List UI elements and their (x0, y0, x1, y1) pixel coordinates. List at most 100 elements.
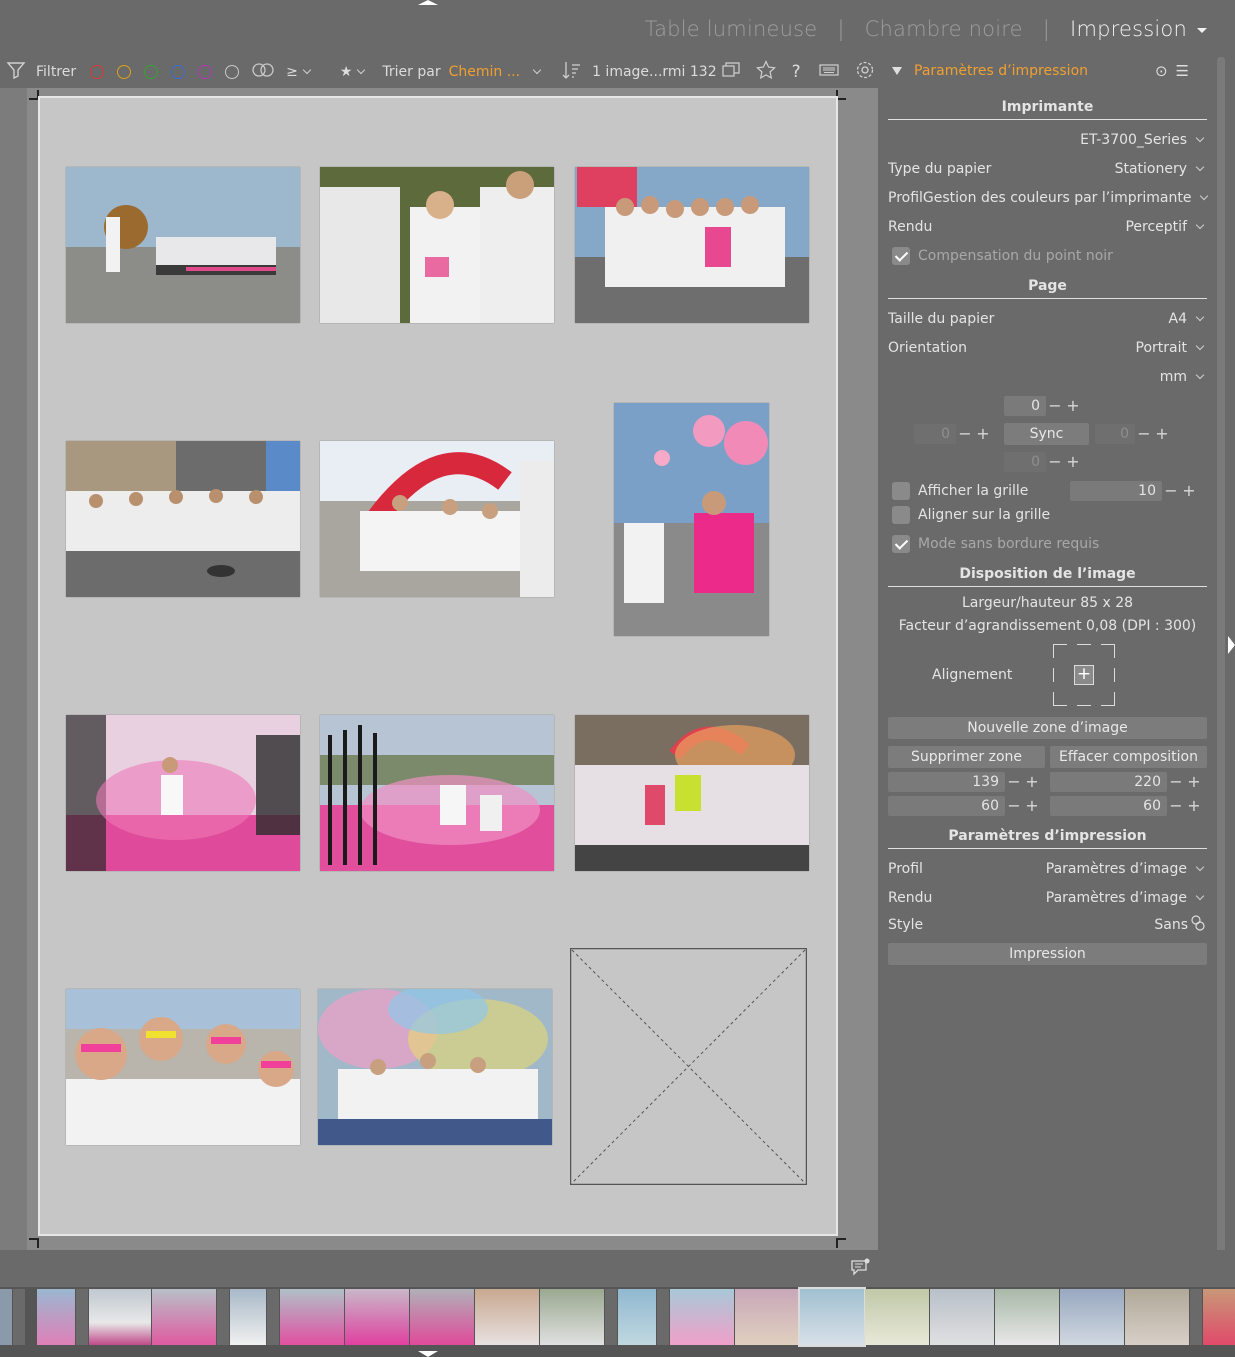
image-area-1[interactable] (66, 167, 300, 323)
paper-type-select[interactable]: Type du papier Stationery (888, 158, 1207, 180)
filmstrip-thumb[interactable] (152, 1289, 216, 1345)
plus-icon[interactable]: + (1023, 796, 1041, 816)
grid-size-stepper[interactable]: 10 − + (1070, 481, 1198, 501)
image-area-4[interactable] (66, 441, 300, 597)
filmstrip-thumb-selected[interactable] (798, 1287, 866, 1347)
align-top-right[interactable] (1101, 644, 1115, 658)
style-select[interactable]: Style Sans (888, 914, 1207, 936)
filmstrip-thumb[interactable] (930, 1289, 994, 1345)
minus-icon[interactable]: − (1162, 481, 1180, 501)
color-label-blue-icon[interactable] (171, 65, 186, 79)
filmstrip-thumb[interactable] (1203, 1289, 1235, 1345)
align-left[interactable] (1053, 668, 1067, 682)
empty-image-area[interactable] (570, 948, 807, 1185)
align-top-left[interactable] (1053, 644, 1067, 658)
margin-top-stepper[interactable]: 0 − + (1004, 396, 1082, 416)
align-bottom[interactable] (1077, 692, 1091, 706)
plus-icon[interactable]: + (1185, 772, 1203, 792)
show-grid-checkbox[interactable] (892, 482, 910, 500)
filmstrip-thumb[interactable] (76, 1289, 88, 1345)
filmstrip-thumb[interactable] (475, 1289, 539, 1345)
area-y-stepper[interactable]: 220 − + (1050, 772, 1203, 792)
align-bottom-right[interactable] (1101, 692, 1115, 706)
borderless-toggle[interactable]: Mode sans bordure requis (888, 533, 1207, 555)
plus-icon[interactable]: + (1153, 424, 1171, 444)
view-print[interactable]: Impression (1070, 17, 1207, 41)
filmstrip-thumb[interactable] (657, 1289, 669, 1345)
margin-bottom-stepper[interactable]: 0 − + (1004, 452, 1082, 472)
color-label-red-icon[interactable] (90, 65, 105, 79)
filmstrip-thumb[interactable] (345, 1289, 409, 1345)
filmstrip-thumb[interactable] (13, 1289, 25, 1345)
minus-icon[interactable]: − (1135, 424, 1153, 444)
plus-icon[interactable]: + (1180, 481, 1198, 501)
image-area-7[interactable] (66, 715, 300, 871)
area-height-stepper[interactable]: 60 − + (1050, 796, 1203, 816)
presets-menu-icon[interactable]: ☰ (1176, 62, 1197, 80)
area-width-stepper[interactable]: 60 − + (888, 796, 1041, 816)
minus-icon[interactable]: − (1005, 772, 1023, 792)
filmstrip-thumb[interactable] (540, 1289, 604, 1345)
color-label-yellow-icon[interactable] (117, 65, 132, 79)
right-panel-toggle-icon[interactable] (1228, 636, 1235, 654)
print-intent-select[interactable]: Rendu Paramètres d’image (888, 887, 1207, 909)
image-area-5[interactable] (320, 441, 554, 597)
chevron-down-icon[interactable] (357, 65, 366, 75)
filmstrip-thumb[interactable] (267, 1289, 279, 1345)
color-label-gray-icon[interactable] (225, 65, 240, 79)
filmstrip-thumb[interactable] (1060, 1289, 1124, 1345)
grouping-icon[interactable] (722, 62, 740, 82)
plus-icon[interactable]: + (1185, 796, 1203, 816)
unit-select[interactable]: mm (888, 366, 1207, 388)
area-height-value[interactable]: 60 (1050, 796, 1167, 816)
filmstrip-thumb[interactable] (618, 1289, 656, 1345)
delete-image-area-button[interactable]: Supprimer zone image (888, 746, 1045, 787)
gear-icon[interactable] (855, 60, 875, 84)
bpc-toggle[interactable]: Compensation du point noir (888, 245, 1207, 267)
area-width-value[interactable]: 60 (888, 796, 1005, 816)
star-icon[interactable] (755, 60, 776, 84)
filmstrip-thumb[interactable] (230, 1289, 266, 1345)
orientation-select[interactable]: Orientation Portrait (888, 337, 1207, 359)
margin-right-stepper[interactable]: 0 − + (1095, 424, 1171, 444)
filmstrip-thumb[interactable] (37, 1289, 75, 1345)
grid-size-value[interactable]: 10 (1070, 481, 1162, 501)
image-area-3[interactable] (575, 167, 809, 323)
new-image-area-button[interactable]: Nouvelle zone d’image (888, 717, 1207, 739)
print-button[interactable]: Impression (888, 943, 1207, 965)
filmstrip-thumb[interactable] (217, 1289, 229, 1345)
borderless-checkbox[interactable] (892, 535, 910, 553)
alignment-selector[interactable]: + (1053, 644, 1115, 706)
rating-filter[interactable]: ★ (340, 64, 353, 80)
reset-icon[interactable]: ⊙ (1155, 62, 1176, 80)
align-bottom-left[interactable] (1053, 692, 1067, 706)
top-panel-toggle-icon[interactable] (418, 0, 438, 5)
filmstrip-thumb[interactable] (605, 1289, 617, 1345)
margin-top-value[interactable]: 0 (1004, 396, 1046, 416)
chevron-down-icon[interactable] (302, 65, 312, 75)
print-profile-select[interactable]: Profil Paramètres d’image (888, 858, 1207, 880)
image-area-6[interactable] (614, 403, 769, 636)
sort-order-icon[interactable] (562, 60, 582, 84)
area-x-stepper[interactable]: 139 − + (888, 772, 1041, 792)
image-area-9[interactable] (575, 715, 809, 871)
margin-right-value[interactable]: 0 (1095, 424, 1135, 444)
filmstrip-thumb[interactable] (280, 1289, 344, 1345)
filmstrip-thumb[interactable] (0, 1289, 12, 1345)
filmstrip-thumb[interactable] (410, 1289, 474, 1345)
image-area-10[interactable] (66, 989, 300, 1145)
snap-grid-toggle[interactable]: Aligner sur la grille (888, 504, 1207, 526)
minus-icon[interactable]: − (956, 424, 974, 444)
printer-intent-select[interactable]: Rendu Perceptif (888, 216, 1207, 238)
filmstrip-thumb[interactable] (1125, 1289, 1189, 1345)
styles-icon[interactable] (1191, 915, 1207, 935)
filmstrip-thumb[interactable] (865, 1289, 929, 1345)
plus-icon[interactable]: + (1064, 452, 1082, 472)
filmstrip-thumb[interactable] (670, 1289, 734, 1345)
filter-label[interactable]: Filtrer (36, 64, 76, 80)
margin-left-stepper[interactable]: 0 − + (914, 424, 992, 444)
plus-icon[interactable]: + (1023, 772, 1041, 792)
image-area-2[interactable] (320, 167, 554, 323)
margin-bottom-value[interactable]: 0 (1004, 452, 1046, 472)
minus-icon[interactable]: − (1046, 396, 1064, 416)
